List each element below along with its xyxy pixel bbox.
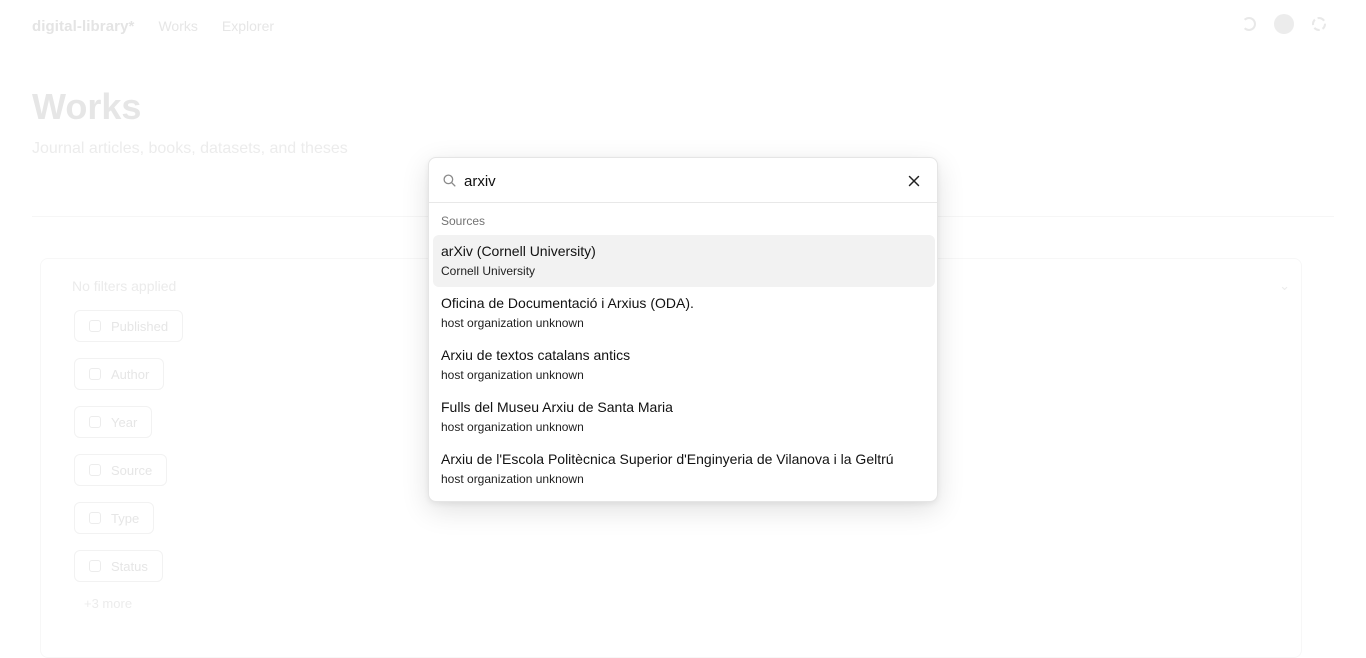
brand-logo[interactable]: digital-library* — [32, 18, 134, 35]
result-title: Fulls del Museu Arxiu de Santa Maria — [441, 399, 673, 415]
results-group-label: Sources — [441, 214, 486, 228]
result-subtitle: host organization unknown — [441, 316, 584, 330]
filter-chip-icon — [89, 560, 101, 572]
result-subtitle: host organization unknown — [441, 368, 584, 382]
nav-link-explorer[interactable]: Explorer — [222, 18, 274, 34]
nav-link-works[interactable]: Works — [158, 18, 197, 34]
close-icon — [908, 175, 920, 187]
settings-icon[interactable] — [1312, 17, 1326, 31]
filter-chip-list: Published Author Year Source Type Status… — [74, 310, 184, 611]
filter-panel-heading: No filters applied — [72, 278, 177, 294]
filter-chip[interactable]: Year — [74, 406, 153, 438]
result-title: Arxiu de l'Escola Politècnica Superior d… — [441, 451, 894, 467]
result-title: Arxiu de textos catalans antics — [441, 347, 631, 363]
results-list: arXiv (Cornell University) Cornell Unive… — [433, 235, 935, 495]
filter-chip-icon — [89, 368, 101, 380]
command-palette: Sources arXiv (Cornell University) Corne… — [428, 157, 938, 502]
result-title: Oficina de Documentació i Arxius (ODA). — [441, 295, 694, 311]
search-input[interactable] — [464, 168, 884, 194]
result-item[interactable]: arXiv (Cornell University) Cornell Unive… — [433, 235, 935, 287]
filter-chip-icon — [89, 512, 101, 524]
filter-chip[interactable]: Type — [74, 502, 155, 534]
page-subtitle: Journal articles, books, datasets, and t… — [32, 140, 348, 157]
chevron-down-icon[interactable]: ⌄ — [1279, 278, 1290, 294]
filter-chip[interactable]: Status — [74, 550, 163, 582]
github-icon[interactable] — [1274, 14, 1294, 34]
top-nav: digital-library* Works Explorer — [32, 15, 274, 37]
result-subtitle: Cornell University — [441, 264, 536, 278]
filter-chip-icon — [89, 464, 101, 476]
result-item[interactable]: Fulls del Museu Arxiu de Santa Maria hos… — [433, 391, 935, 443]
theme-toggle-icon[interactable] — [1242, 17, 1256, 31]
result-subtitle: host organization unknown — [441, 472, 584, 486]
result-subtitle: host organization unknown — [441, 420, 584, 434]
filter-chip-icon — [89, 320, 101, 332]
page-title: Works — [32, 86, 142, 127]
result-item[interactable]: Oficina de Documentació i Arxius (ODA). … — [433, 287, 935, 339]
filter-chip[interactable]: Author — [74, 358, 165, 390]
search-icon — [443, 174, 456, 187]
result-item[interactable]: Arxiu de l'Escola Politècnica Superior d… — [433, 443, 935, 495]
result-title: arXiv (Cornell University) — [441, 243, 596, 259]
filter-chip[interactable]: Source — [74, 454, 168, 486]
result-item[interactable]: Arxiu de textos catalans antics host org… — [433, 339, 935, 391]
clear-search-button[interactable] — [905, 172, 923, 190]
more-filters-link[interactable]: +3 more — [84, 596, 183, 611]
search-row — [429, 158, 937, 203]
filter-chip[interactable]: Published — [74, 310, 184, 342]
nav-icon-group — [1224, 14, 1326, 34]
filter-chip-icon — [89, 416, 101, 428]
